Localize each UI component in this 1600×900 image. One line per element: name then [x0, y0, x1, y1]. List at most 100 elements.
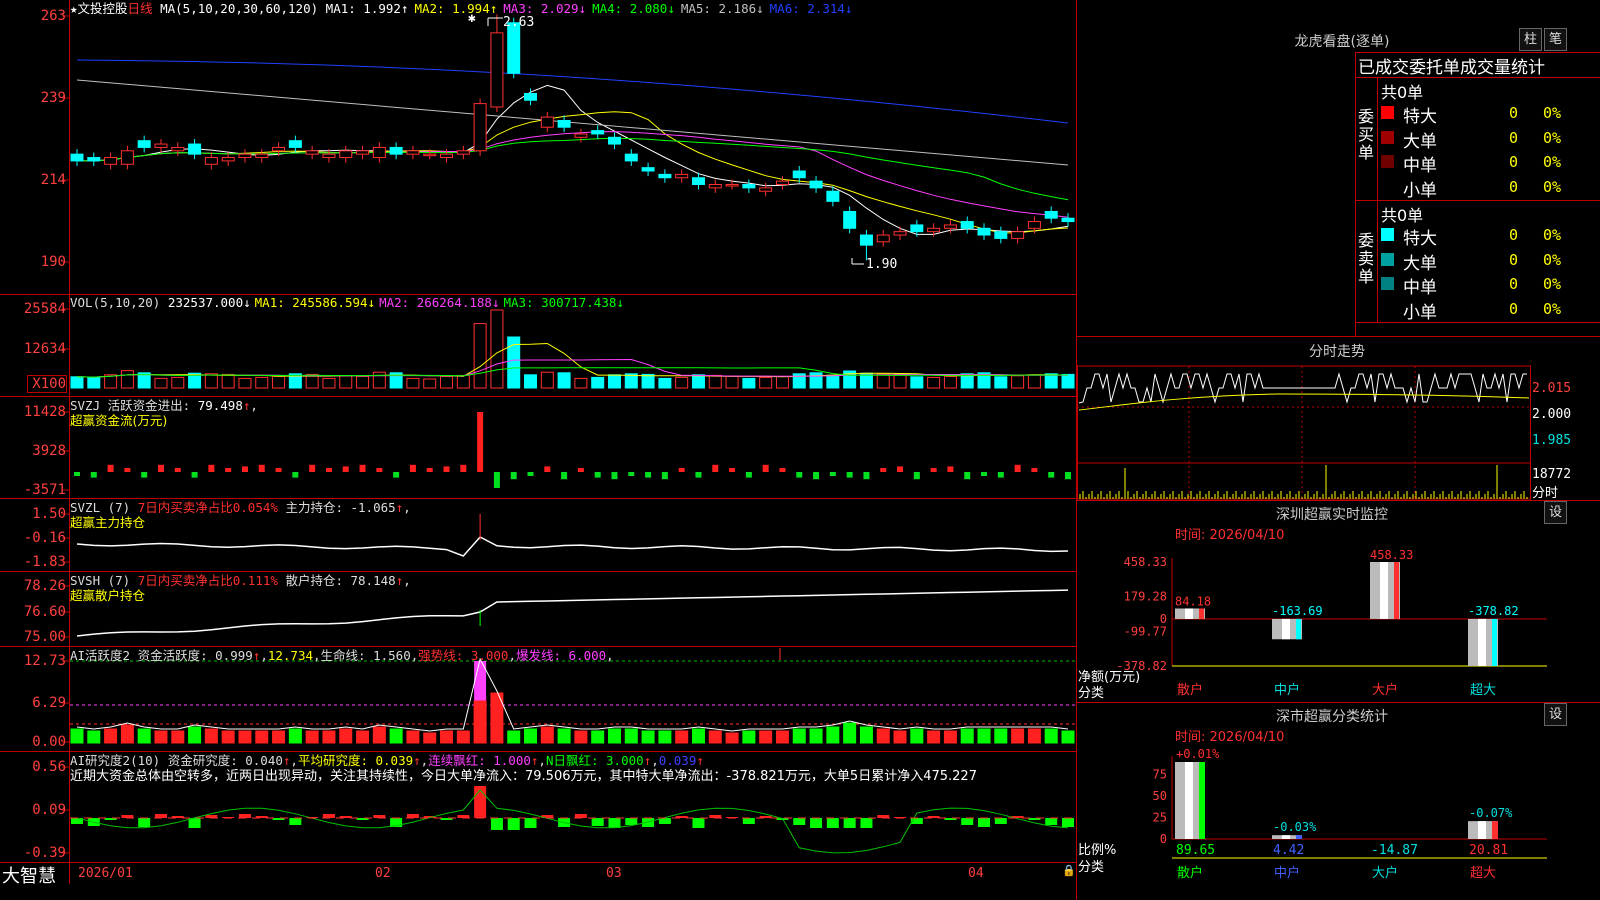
candle-body — [221, 157, 235, 162]
activity-bar — [927, 730, 941, 744]
volume-bar — [70, 376, 84, 389]
tick-view-button[interactable]: 笔 — [1544, 28, 1567, 51]
candle-body — [675, 173, 689, 179]
svzj-segment: 79.498 — [197, 398, 243, 413]
date-label: 02 — [375, 866, 391, 881]
sz-monitor-chart: 458.33179.280-99.77-378.8284.18散户-163.69… — [1116, 548, 1547, 698]
lock-icon[interactable]: 🔒 — [1062, 864, 1076, 877]
fund-flow-bar — [997, 472, 1004, 478]
buy-swatch — [1381, 130, 1394, 144]
sell-swatch — [1381, 228, 1394, 241]
fund-flow-bar — [1031, 468, 1038, 472]
fund-flow-bar — [628, 472, 635, 476]
sell-total: 共0单 — [1381, 206, 1424, 225]
fund-flow-bar — [829, 472, 836, 476]
buy-percent: 0% — [1543, 153, 1562, 171]
svsh-segment: 散户持仓: 78.148 — [277, 573, 396, 588]
fund-flow-bar — [762, 464, 769, 472]
chart-area[interactable]: ✱ 2.63 1.90 263 239 214 190 25584 12634 … — [0, 0, 1077, 900]
fund-flow-bar — [359, 464, 366, 472]
activity-bar — [624, 728, 638, 744]
activity-bar — [524, 728, 538, 744]
szm-bar-highlight — [1282, 618, 1290, 640]
fund-flow-bar — [981, 472, 988, 476]
fund-flow-bar — [544, 466, 551, 472]
volume-bar — [675, 376, 689, 389]
candle-body — [255, 153, 269, 159]
aires-header: AI研究度2(10) 资金研究度: 0.040↑,平均研究度: 0.039↑,连… — [70, 753, 977, 784]
candle-body — [188, 143, 202, 155]
activity-bar — [725, 732, 739, 744]
fund-flow-bar — [443, 466, 450, 472]
volume-bar — [893, 373, 907, 389]
buy-label: 小单 — [1403, 180, 1437, 201]
aires-segment: ↑ — [696, 753, 704, 768]
research-bar — [608, 818, 621, 828]
szc-y-tick: 0 — [1160, 832, 1167, 846]
period-label[interactable]: 日线 — [128, 1, 153, 16]
candle-body — [910, 224, 924, 233]
fund-flow-bar — [712, 464, 719, 472]
aires-tick: -0.39 — [23, 845, 66, 861]
fund-flow-bar — [124, 468, 131, 472]
ma-value: MA6: 2.314↓ — [769, 1, 853, 16]
aiact-tick: 6.29 — [32, 695, 66, 711]
volume-bar — [557, 372, 571, 389]
szc-category-label: 大户 — [1372, 865, 1398, 881]
fund-flow-bar — [695, 472, 702, 478]
sell-value: 0 — [1509, 226, 1519, 244]
candle-body — [658, 173, 672, 179]
aires-segment: , — [290, 753, 298, 768]
candle-body — [994, 231, 1008, 239]
fund-flow-bar — [275, 468, 282, 472]
vol-unit-button[interactable]: X100 — [27, 375, 67, 393]
vol-value: MA3: 300717.438↓ — [503, 295, 624, 310]
intraday-vol-label: 分时 — [1532, 486, 1559, 501]
szm-value-label: 458.33 — [1370, 548, 1413, 562]
buy-label: 大单 — [1403, 131, 1437, 152]
intraday-chart[interactable] — [1077, 358, 1600, 500]
sell-row: 中单 0 0% — [1381, 273, 1600, 298]
szm-bar — [1468, 618, 1498, 666]
main-position-line — [76, 536, 1069, 557]
svzj-title: 超赢资金流(万元) — [70, 413, 168, 428]
fund-flow-bar — [225, 468, 232, 472]
favorite-star-icon[interactable]: ★ — [70, 1, 78, 16]
sell-row: 特大 0 0% — [1381, 224, 1600, 249]
fund-flow-bar — [561, 472, 568, 480]
research-bar — [793, 818, 806, 825]
vol-header: VOL(5,10,20) 232537.000↓ MA1: 245586.594↓… — [70, 295, 628, 310]
svzl-segment: SVZL (7) — [70, 500, 138, 515]
szc-bar-edge — [1296, 835, 1302, 839]
szm-category-label: 中户 — [1274, 682, 1300, 698]
ma-line — [76, 59, 1069, 124]
svsh-tick: 75.00 — [23, 629, 66, 645]
szm-bar-highlight — [1380, 562, 1388, 619]
research-bar — [406, 814, 419, 818]
volume-bar — [356, 375, 370, 389]
szc-change-label: +0.01% — [1176, 747, 1220, 761]
sell-side-label: 委卖单 — [1358, 231, 1375, 286]
activity-bar — [658, 730, 672, 744]
fund-flow-bar — [678, 468, 685, 472]
candle-body — [406, 150, 420, 155]
right-panel: 龙虎看盘(逐单) 柱 笔 已成交委托单成交量统计 委买单 委卖单 共0单 共0单… — [1077, 0, 1600, 900]
activity-bar — [557, 728, 571, 744]
activity-bar — [641, 730, 655, 744]
candle-body — [322, 153, 336, 159]
price-tick: 263 — [40, 8, 66, 24]
column-view-button[interactable]: 柱 — [1519, 28, 1542, 51]
szm-value-label: 84.18 — [1175, 594, 1211, 608]
aires-segment: 连续飘红: 1.000 — [428, 753, 531, 768]
fund-flow-bar — [779, 468, 786, 472]
fund-flow-bar — [527, 472, 534, 476]
fund-flow-bar — [393, 472, 400, 478]
intraday-price-high: 2.015 — [1532, 381, 1572, 396]
aires-segment: , — [651, 753, 659, 768]
szc-bar-highlight — [1185, 762, 1193, 839]
volume-bar — [1011, 375, 1025, 389]
volume-bar — [641, 373, 655, 389]
buy-label: 特大 — [1403, 107, 1437, 127]
candle-body — [137, 140, 151, 148]
activity-bar — [238, 730, 252, 744]
